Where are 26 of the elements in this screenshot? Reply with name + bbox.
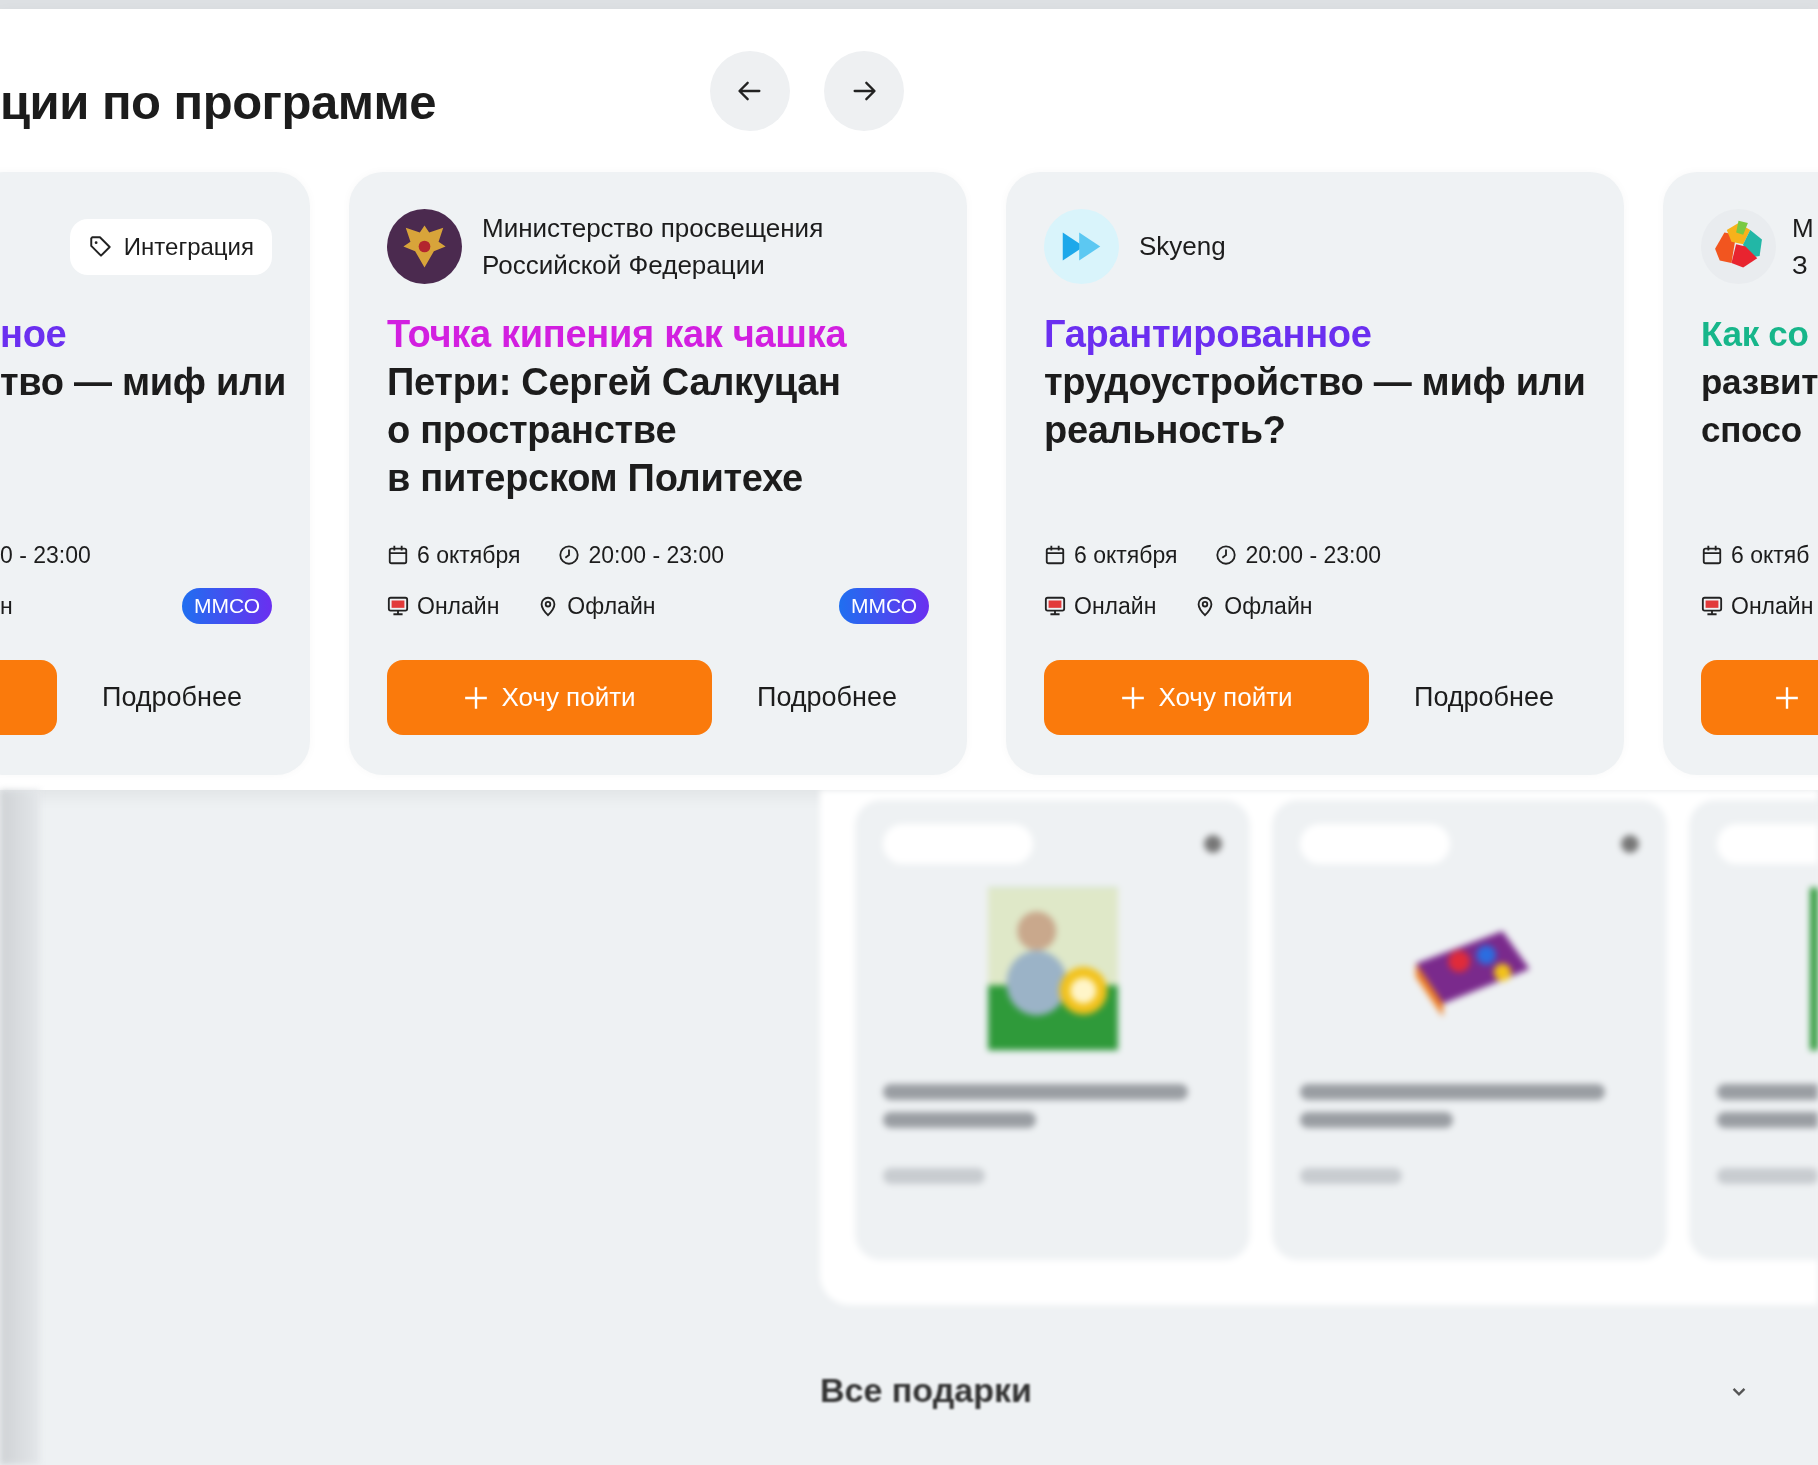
organizer-badge: ММСО <box>838 588 929 624</box>
event-detail: Офлайн <box>567 592 656 620</box>
organizer-name: Министерство просвещения Российской Федерации <box>482 211 824 282</box>
event-title: Как со развит спосо <box>1701 313 1818 451</box>
event-detail: 6 октяб <box>1731 541 1810 569</box>
organizer-badge: ММСО <box>181 588 272 624</box>
event-title: Точка кипения как чашка Петри: Сергей Салкуцан о пространстве в питерском Политехе <box>387 312 848 501</box>
event-detail: Онлайн <box>1074 592 1157 620</box>
details-link[interactable]: Подробнее <box>102 682 243 713</box>
event-detail: н <box>0 592 13 620</box>
details-link[interactable]: Подробнее <box>757 682 898 713</box>
details-link[interactable]: Подробнее <box>1414 682 1555 713</box>
organizer-name: М З <box>1792 211 1814 282</box>
event-detail: 20:00 - 23:00 <box>1245 541 1381 569</box>
event-detail: Офлайн <box>1224 592 1313 620</box>
event-detail: 0 - 23:00 <box>0 541 91 569</box>
event-detail: Онлайн <box>417 592 500 620</box>
gifts-heading[interactable]: Все подарки <box>820 1371 1032 1410</box>
event-detail: Онлайн <box>1731 592 1814 620</box>
event-detail: 6 октября <box>1074 541 1178 569</box>
event-detail: 20:00 - 23:00 <box>588 541 724 569</box>
organizer-name: Skyeng <box>1139 230 1226 263</box>
category-tag[interactable]: Интеграция <box>69 218 272 275</box>
event-detail: 6 октября <box>417 541 521 569</box>
event-title: Гарантированное трудоустройство — миф или реальность? <box>1044 312 1586 453</box>
event-title: ное тво — миф или <box>0 312 288 405</box>
